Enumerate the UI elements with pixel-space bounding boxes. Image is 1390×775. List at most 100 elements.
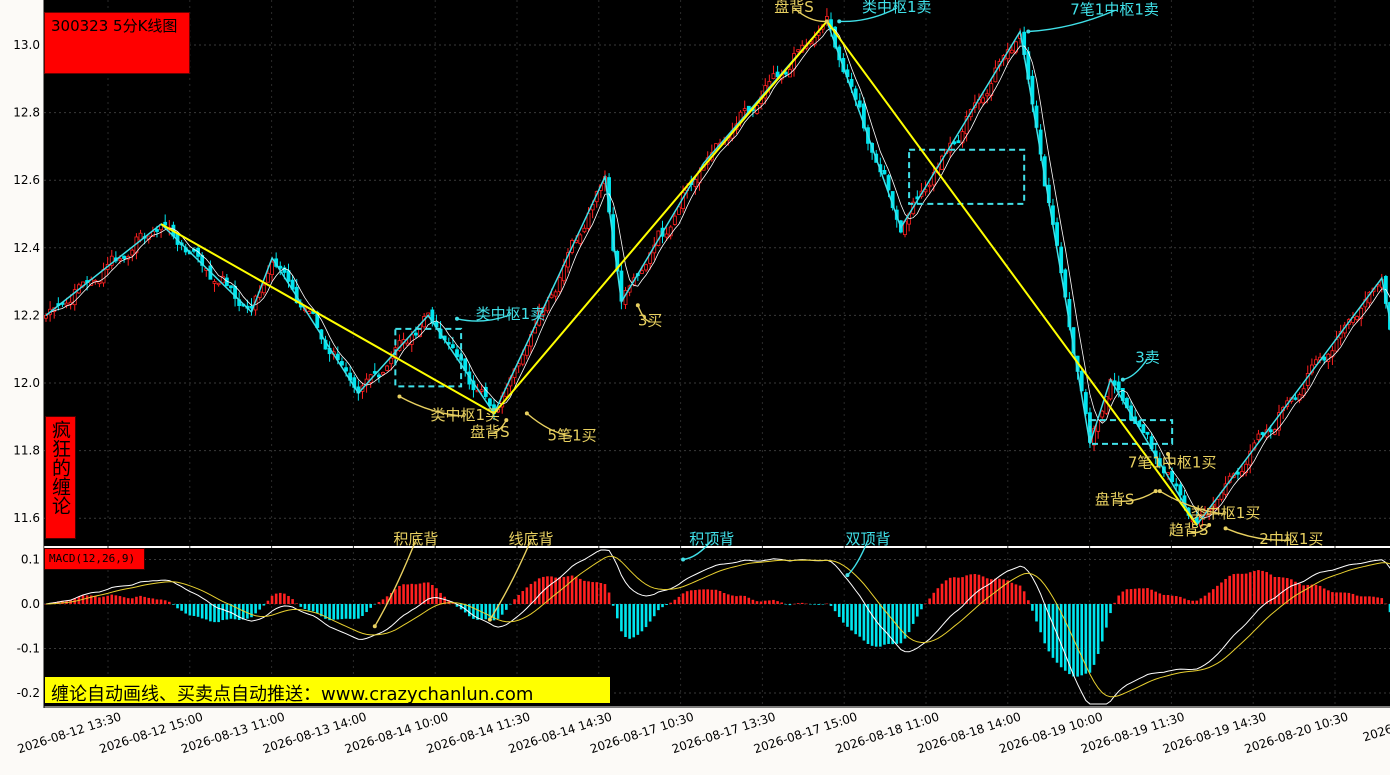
annotation-arrowhead	[1120, 377, 1125, 382]
macd-bar	[373, 604, 377, 605]
macd-bar	[1039, 604, 1042, 633]
macd-bar	[924, 603, 927, 605]
macd-bar	[944, 580, 948, 604]
promo-banner[interactable]: 缠论自动画线、买卖点自动推送：www.crazychanlun.com	[44, 676, 611, 706]
macd-bar	[246, 604, 249, 619]
macd-bar	[357, 604, 360, 619]
candle-body	[582, 227, 587, 233]
macd-bar	[809, 604, 812, 605]
macd-bar	[985, 578, 989, 604]
macd-bar	[1207, 592, 1211, 604]
macd-bar	[652, 604, 656, 617]
candle-body	[640, 270, 644, 274]
macd-bar	[772, 599, 775, 604]
macd-bar	[262, 604, 266, 606]
candle-body	[1100, 410, 1105, 418]
macd-bar	[291, 599, 294, 604]
candle-body	[266, 272, 270, 283]
candle-body	[1293, 397, 1298, 400]
macd-bar	[204, 604, 208, 620]
candle-body	[664, 233, 669, 238]
annotation-label: 5笔1买	[548, 426, 597, 444]
macd-bar	[98, 597, 101, 604]
macd-bar	[636, 604, 640, 635]
macd-bar	[1018, 585, 1022, 604]
macd-bar	[673, 599, 677, 604]
macd-bar	[854, 604, 857, 635]
macd-bar	[381, 599, 385, 604]
macd-bar	[1240, 573, 1244, 604]
macd-bar	[694, 590, 697, 604]
promo-text[interactable]: 缠论自动画线、买卖点自动推送：www.crazychanlun.com	[51, 680, 533, 706]
macd-bar	[1302, 585, 1305, 604]
annotation-arrowhead	[681, 557, 686, 562]
macd-bar	[398, 585, 401, 604]
candle-body	[927, 184, 932, 188]
candle-body	[122, 255, 126, 259]
macd-bar	[953, 577, 956, 604]
macd-bar	[792, 603, 796, 605]
macd-bar	[299, 604, 303, 607]
macd-bar	[1351, 593, 1355, 604]
annotation-arrowhead	[845, 573, 850, 578]
macd-bar	[106, 595, 109, 604]
candle-body	[118, 258, 122, 261]
annotation-label: 线底背	[508, 530, 553, 548]
macd-bar	[768, 600, 771, 604]
annotation-arrowhead	[824, 19, 829, 24]
macd-bar	[1187, 600, 1190, 604]
candle-body	[155, 229, 159, 232]
annotation-label: 积顶背	[689, 530, 734, 548]
price-tick-label: 11.6	[13, 511, 40, 525]
macd-bar	[192, 604, 196, 616]
macd-bar	[369, 604, 372, 608]
macd-bar	[928, 598, 931, 604]
macd-bar	[1150, 589, 1153, 604]
macd-bar	[710, 589, 714, 604]
macd-bar	[965, 575, 968, 604]
macd-bar	[163, 600, 167, 604]
macd-bar	[406, 584, 409, 604]
macd-bar	[1355, 595, 1359, 604]
annotation-arrowhead	[1223, 526, 1228, 531]
candle-body	[413, 332, 418, 336]
macd-bar	[1335, 592, 1338, 604]
annotation-label: 类中枢1买	[1191, 504, 1261, 522]
macd-bar	[85, 595, 89, 604]
macd-bar	[940, 583, 944, 604]
annotation-label: 盘背S	[774, 0, 814, 16]
macd-bar	[800, 602, 804, 604]
macd-bar	[525, 587, 529, 604]
macd-bar	[537, 578, 541, 604]
macd-label-box: MACD(12,26,9)	[44, 548, 145, 570]
macd-bar	[1100, 604, 1104, 642]
macd-bar	[743, 595, 746, 604]
macd-tick-label: 0.1	[21, 553, 40, 567]
macd-bar	[1043, 604, 1047, 644]
macd-bar	[1232, 574, 1236, 604]
macd-bar	[726, 594, 730, 604]
macd-bar	[431, 585, 434, 604]
macd-bar	[348, 604, 352, 619]
candle-body	[212, 281, 217, 284]
macd-bar	[632, 604, 636, 638]
macd-bar	[114, 595, 118, 604]
macd-bar	[657, 604, 660, 611]
macd-bar	[180, 604, 183, 611]
macd-bar	[1343, 592, 1347, 604]
macd-bar	[295, 603, 299, 604]
macd-bar	[1179, 596, 1182, 604]
macd-bar	[1183, 598, 1186, 604]
macd-bar	[1253, 571, 1256, 604]
macd-bar	[1248, 572, 1252, 604]
macd-bar	[648, 604, 652, 622]
macd-bar	[155, 599, 159, 604]
macd-bar	[274, 593, 278, 604]
price-tick-label: 12.8	[13, 106, 40, 120]
macd-bar	[352, 604, 356, 619]
macd-bar	[1285, 578, 1289, 604]
macd-bar	[1133, 588, 1137, 604]
macd-bar	[1137, 588, 1141, 604]
macd-bar	[1195, 600, 1199, 604]
macd-bar	[200, 604, 204, 619]
